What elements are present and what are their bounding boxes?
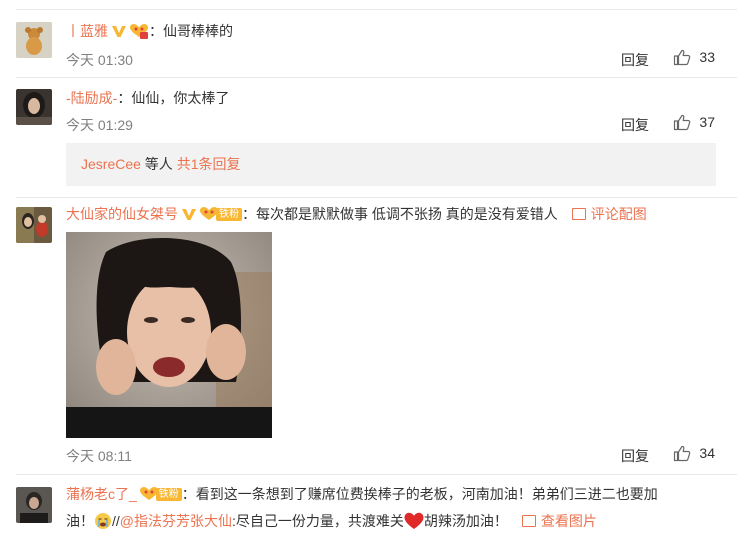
like-button[interactable]: 33 xyxy=(673,48,715,66)
comment-image-link-label: 评论配图 xyxy=(590,206,647,222)
fan-tag: 铁粉 xyxy=(216,208,242,221)
like-count: 33 xyxy=(699,49,715,65)
fan-badge-icon xyxy=(130,24,148,39)
comment-photo[interactable] xyxy=(66,232,272,438)
avatar[interactable] xyxy=(16,89,52,125)
comment-text: 丨蓝雅 ：仙哥棒棒的 xyxy=(66,22,233,40)
username-link[interactable]: 丨蓝雅 xyxy=(66,23,108,39)
comment-time: 今天 01:30 xyxy=(66,52,133,68)
like-count: 34 xyxy=(699,445,715,461)
reply-button[interactable]: 回复 xyxy=(621,446,649,466)
heart-icon xyxy=(404,512,424,529)
comment-content-cont: 油！ xyxy=(66,513,94,529)
view-replies-link[interactable]: 共1条回复 xyxy=(177,156,241,172)
comment-text: 大仙家的仙女桀号 铁粉 ：每次都是默默做事 低调不张扬 真的是没有爱错人 评论配图 xyxy=(66,205,647,223)
verified-v-icon xyxy=(182,209,196,220)
image-icon xyxy=(571,208,586,220)
comment-content: ：每次都是默默做事 低调不张扬 真的是没有爱错人 xyxy=(242,206,558,222)
reply-username-link[interactable]: JesreCee xyxy=(81,156,141,172)
comment-divider xyxy=(16,77,737,78)
avatar[interactable] xyxy=(16,487,52,523)
comment-content: ：看到这一条想到了赚席位费挨棒子的老板，河南加油！弟弟们三进二也要加 xyxy=(181,486,658,502)
fan-tag: 铁粉 xyxy=(155,488,182,501)
comment-content: ：仙仙，你太棒了 xyxy=(117,90,230,106)
avatar[interactable] xyxy=(16,22,52,58)
reply-button[interactable]: 回复 xyxy=(621,50,649,70)
quoted-text-end: 胡辣汤加油！ xyxy=(423,513,508,529)
thumbs-up-icon xyxy=(674,114,691,131)
image-icon xyxy=(521,515,536,527)
like-count: 37 xyxy=(699,114,715,130)
like-button[interactable]: 34 xyxy=(673,444,715,462)
quoted-text: :尽自己一份力量，共渡难关 xyxy=(232,513,404,529)
top-divider xyxy=(16,9,737,10)
thumbs-up-icon xyxy=(674,445,691,462)
username-link[interactable]: 蒲杨老c了_ xyxy=(66,486,137,502)
comment-time: 今天 08:11 xyxy=(66,448,132,464)
view-image-link[interactable]: 查看图片 xyxy=(521,513,597,529)
thumbs-up-icon xyxy=(674,49,691,66)
sub-replies-summary: JesreCee 等人 共1条回复 xyxy=(66,143,716,186)
reply-button[interactable]: 回复 xyxy=(621,115,649,135)
comment-divider xyxy=(16,197,737,198)
view-image-link-label: 查看图片 xyxy=(540,513,597,529)
repost-separator: // xyxy=(112,513,120,529)
username-link[interactable]: 大仙家的仙女桀号 xyxy=(66,206,178,222)
sub-replies-mid-text: 等人 xyxy=(140,156,177,172)
verified-v-icon xyxy=(112,26,126,37)
crying-emoji-icon xyxy=(95,513,111,529)
comment-text: -陆励成-：仙仙，你太棒了 xyxy=(66,89,229,107)
comment-divider xyxy=(16,474,737,475)
like-button[interactable]: 37 xyxy=(673,113,715,131)
avatar[interactable] xyxy=(16,207,52,243)
comment-text-line1: 蒲杨老c了_ 铁粉 ：看到这一条想到了赚席位费挨棒子的老板，河南加油！弟弟们三进二也… xyxy=(66,485,658,503)
comment-time: 今天 01:29 xyxy=(66,117,133,133)
username-link[interactable]: -陆励成- xyxy=(66,90,117,106)
comment-text-line2: 油！ //@指法芬芳张大仙:尽自己一份力量，共渡难关 胡辣汤加油！ 查看图片 xyxy=(66,512,597,530)
comment-image-link[interactable]: 评论配图 xyxy=(571,206,647,222)
mention-link[interactable]: @指法芬芳张大仙 xyxy=(120,513,232,529)
comment-content: ：仙哥棒棒的 xyxy=(149,23,233,39)
